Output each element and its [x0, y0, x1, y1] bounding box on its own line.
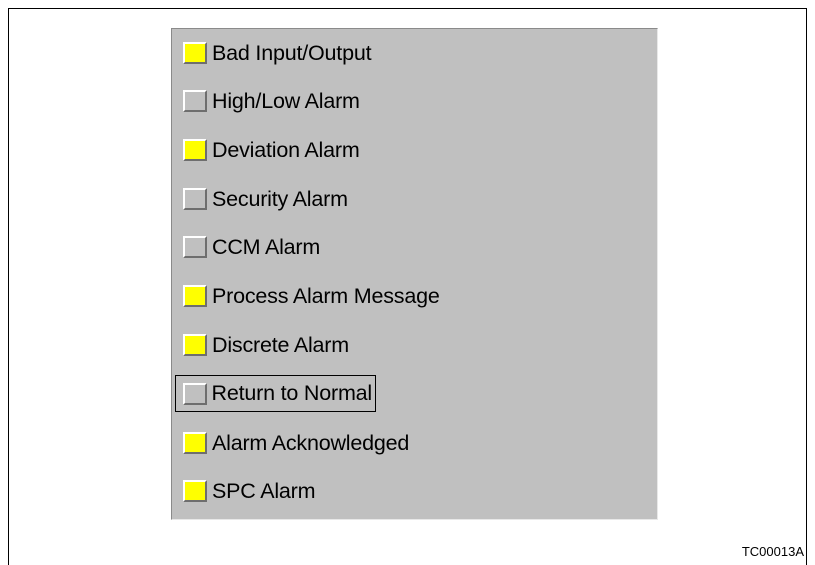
- toggle-label: Bad Input/Output: [212, 40, 372, 65]
- alarm-toggle-security-alarm[interactable]: Security Alarm: [175, 183, 351, 215]
- toggle-label: Return to Normal: [211, 381, 373, 405]
- alarm-toggle-process-alarm-message[interactable]: Process Alarm Message: [175, 280, 443, 312]
- toggle-label: Deviation Alarm: [212, 137, 360, 162]
- alarm-toggle-return-to-normal[interactable]: Return to Normal: [175, 375, 376, 412]
- toggle-indicator-icon: [183, 285, 207, 307]
- toggle-indicator-icon: [183, 42, 207, 64]
- toggle-label: Discrete Alarm: [212, 332, 349, 357]
- alarm-toggle-spc-alarm[interactable]: SPC Alarm: [175, 475, 318, 507]
- toggle-indicator-icon: [183, 236, 207, 258]
- toggle-label: CCM Alarm: [212, 234, 321, 259]
- toggle-label: High/Low Alarm: [212, 88, 360, 113]
- toggle-indicator-icon: [183, 139, 207, 161]
- toggle-indicator-icon: [183, 188, 207, 210]
- toggle-label: SPC Alarm: [212, 478, 316, 503]
- toggle-indicator-icon: [183, 432, 207, 454]
- alarm-toggle-alarm-acknowledged[interactable]: Alarm Acknowledged: [175, 427, 412, 459]
- alarm-toggle-bad-input-output[interactable]: Bad Input/Output: [175, 37, 374, 69]
- toggle-indicator-icon: [183, 90, 207, 112]
- toggle-indicator-icon: [183, 480, 207, 502]
- alarm-toggle-discrete-alarm[interactable]: Discrete Alarm: [175, 329, 352, 361]
- alarm-toggle-ccm-alarm[interactable]: CCM Alarm: [175, 231, 323, 263]
- toggle-indicator-icon: [182, 382, 207, 405]
- toggle-label: Process Alarm Message: [212, 283, 440, 308]
- toggle-label: Alarm Acknowledged: [212, 430, 410, 455]
- toggle-indicator-icon: [183, 334, 207, 356]
- figure-caption: TC00013A: [741, 544, 804, 559]
- toggle-label: Security Alarm: [212, 186, 348, 211]
- alarm-filter-panel: Bad Input/Output High/Low Alarm Deviatio…: [171, 28, 658, 520]
- alarm-toggle-high-low-alarm[interactable]: High/Low Alarm: [175, 85, 363, 117]
- alarm-toggle-deviation-alarm[interactable]: Deviation Alarm: [175, 134, 363, 166]
